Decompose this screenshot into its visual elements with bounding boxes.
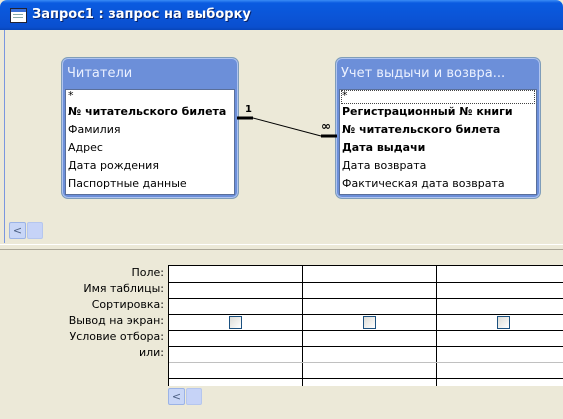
field-list: * Регистрационный № книги № читательског… [339, 89, 537, 195]
grid-scrollbar[interactable]: < [168, 388, 228, 405]
field-item[interactable]: Паспортные данные [68, 175, 232, 193]
show-checkbox[interactable] [497, 316, 510, 329]
field-all[interactable]: * [341, 90, 535, 104]
show-checkbox[interactable] [229, 316, 242, 329]
table-pane-scrollbar[interactable]: < [9, 222, 43, 239]
design-grid-pane: Поле: Имя таблицы: Сортировка: Вывод на … [0, 250, 563, 419]
field-item[interactable]: № читательского билета [342, 121, 534, 139]
row-label-criteria: Условие отбора: [69, 330, 165, 343]
table-pane: Читатели * № читательского билета Фамили… [4, 30, 563, 243]
grid-row-labels: Поле: Имя таблицы: Сортировка: Вывод на … [0, 265, 168, 361]
field-list: * № читательского билета Фамилия Адрес Д… [65, 89, 235, 195]
grid-line [169, 330, 563, 331]
table-title[interactable]: Учет выдычи и возвра... [339, 58, 537, 89]
chevron-left-icon: < [12, 224, 23, 237]
grid-line [169, 362, 563, 363]
field-item[interactable]: Дата возврата [342, 157, 534, 175]
scroll-left-button[interactable]: < [9, 222, 26, 239]
row-label-show: Вывод на экран: [68, 314, 164, 327]
field-item[interactable]: Адрес [68, 139, 232, 157]
grid-line [169, 282, 563, 283]
chevron-left-icon: < [171, 390, 182, 403]
field-all[interactable]: * [68, 91, 232, 103]
field-item[interactable]: Дата рождения [68, 157, 232, 175]
relationship-many-label: ∞ [321, 119, 331, 133]
scroll-thumb[interactable] [186, 388, 202, 405]
query-design-grid[interactable] [168, 265, 563, 386]
field-item[interactable]: Дата выдачи [342, 139, 534, 157]
table-box-chitateli[interactable]: Читатели * № читательского билета Фамили… [61, 57, 239, 199]
row-label-table: Имя таблицы: [83, 282, 164, 295]
scroll-left-button[interactable]: < [168, 388, 185, 405]
row-label-sort: Сортировка: [91, 298, 164, 311]
relationship-one-label: 1 [245, 104, 252, 115]
title-bar[interactable]: Запрос1 : запрос на выборку [0, 0, 563, 30]
window-title: Запрос1 : запрос на выборку [32, 7, 251, 22]
field-item[interactable]: Регистрационный № книги [342, 103, 534, 121]
grid-line [169, 314, 563, 315]
scroll-thumb[interactable] [27, 222, 43, 239]
row-label-or: или: [138, 346, 164, 359]
show-checkbox[interactable] [363, 316, 376, 329]
grid-line [169, 298, 563, 299]
field-item[interactable]: Фамилия [68, 121, 232, 139]
row-label-field: Поле: [131, 266, 164, 279]
query-design-window: Запрос1 : запрос на выборку Читатели * №… [0, 0, 563, 419]
grid-line [169, 378, 563, 379]
field-item[interactable]: № читательского билета [68, 103, 232, 121]
table-title[interactable]: Читатели [65, 58, 235, 89]
relationship-line[interactable]: 1 ∞ [237, 100, 337, 140]
grid-line [169, 346, 563, 347]
query-window-icon [10, 8, 27, 23]
field-item[interactable]: Фактическая дата возврата [342, 175, 534, 193]
table-box-uchet[interactable]: Учет выдычи и возвра... * Регистрационны… [335, 57, 541, 199]
